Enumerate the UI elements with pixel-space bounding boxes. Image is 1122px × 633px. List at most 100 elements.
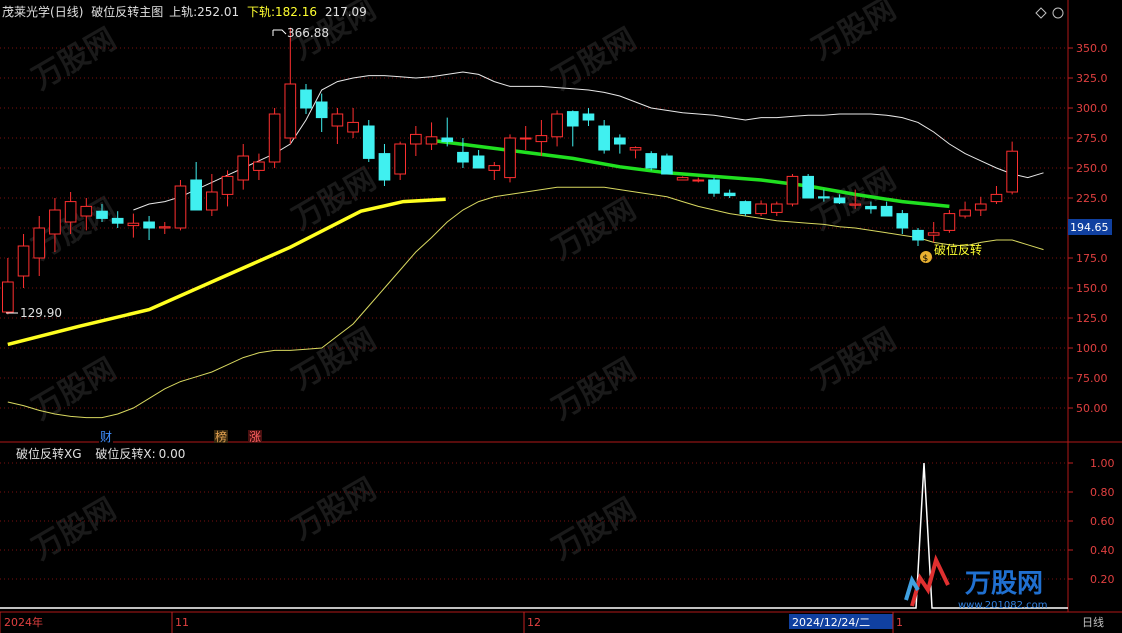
candle [315, 93, 328, 132]
brand-logo: 万股网 www.201082.com [904, 554, 1048, 611]
candle [504, 134, 516, 183]
chart-canvas[interactable]: 万股网 万股网 万股网 万股网万股网 万股网 万股网 万股网万股网 万股网 万股网 万股网万股网万… [0, 0, 1122, 633]
candle-body [629, 147, 642, 151]
candle [488, 162, 501, 180]
candle-body [770, 203, 783, 213]
candle-body [676, 177, 689, 181]
brand-url: www.201082.com [958, 600, 1048, 611]
candle [17, 234, 30, 288]
watermark-text: 万股网 [27, 352, 122, 427]
low-marker: 129.90 [6, 306, 62, 320]
candle-body [551, 113, 563, 138]
watermark-text: 万股网 [287, 472, 382, 547]
candle [410, 126, 422, 156]
candle [912, 228, 924, 246]
high-price-label: 366.88 [287, 26, 329, 40]
watermark-text: 万股网 [547, 352, 642, 427]
current-price-value: 194.65 [1070, 221, 1109, 234]
x-label-jan: 1 [896, 616, 903, 629]
candle-body [206, 191, 218, 211]
sub-header: 破位反转XG 破位反转X: 0.00 [16, 445, 185, 462]
diamond-icon[interactable] [1035, 7, 1047, 19]
candle-body [786, 175, 799, 205]
candle-body [457, 151, 469, 163]
candle [472, 150, 485, 169]
candle [629, 146, 642, 159]
candle [614, 134, 626, 154]
candle-body [80, 205, 93, 217]
y-tick-label: 75.00 [1076, 372, 1108, 385]
candle [723, 189, 736, 198]
candle [127, 213, 140, 238]
candle-body [315, 101, 328, 119]
candle [990, 186, 1003, 204]
candle [174, 180, 187, 231]
y-tick-label: 150.0 [1076, 282, 1108, 295]
candle [2, 258, 14, 315]
candle [566, 110, 579, 147]
candle-body [143, 221, 155, 229]
sub-y-tick-label: 0.40 [1090, 544, 1115, 557]
candle [692, 177, 705, 183]
candle-body [739, 201, 752, 215]
candle [551, 110, 563, 147]
candle [158, 222, 171, 234]
panel-controls[interactable] [1035, 7, 1064, 19]
upper-value: 252.01 [197, 5, 240, 19]
circle-icon[interactable] [1052, 7, 1064, 19]
candle-body [974, 203, 987, 211]
signal-marker: $ 破位反转 [920, 242, 982, 264]
watermark-text: 万股网 [547, 22, 642, 97]
candle-body [410, 133, 422, 145]
watermark-text: 万股网 [287, 322, 382, 397]
period-label: 日线 [1082, 615, 1104, 629]
candle [253, 153, 265, 180]
candle-body [645, 153, 658, 169]
candle [645, 151, 658, 171]
candle [362, 120, 375, 162]
candle [300, 84, 312, 114]
candle [739, 200, 752, 216]
signal-label: 破位反转 [934, 242, 982, 257]
candle-body [833, 197, 846, 204]
candle [143, 216, 155, 240]
candle-body [425, 136, 438, 145]
tag-bang[interactable]: 榜 [215, 429, 227, 444]
candlestick-series [2, 27, 1018, 315]
candle-body [96, 210, 108, 219]
candle-body [723, 192, 736, 197]
brand-name: 万股网 [965, 569, 1043, 599]
stock-name[interactable]: 茂莱光学 [2, 5, 50, 19]
candle [802, 174, 814, 199]
candle-body [472, 155, 485, 169]
indicator-name[interactable]: 破位反转主图 [91, 5, 163, 19]
candle-body [127, 222, 140, 227]
tag-zhang[interactable]: 涨 [249, 429, 261, 444]
candle-body [284, 83, 297, 139]
candle-body [158, 226, 171, 229]
low-price-label: 129.90 [20, 306, 62, 320]
candle-body [943, 213, 956, 231]
watermark-text: 万股网 [807, 322, 902, 397]
sub-indicator-name[interactable]: 破位反转XG [16, 447, 82, 461]
candle [943, 210, 956, 233]
candle-body [17, 245, 30, 277]
tag-cai[interactable]: 财 [100, 430, 112, 444]
high-marker: 366.88 [272, 26, 329, 40]
candle-body [896, 213, 909, 229]
candle [786, 174, 799, 207]
candle [237, 144, 250, 190]
sub-item-value: 0.00 [158, 447, 186, 461]
candle [770, 201, 783, 216]
candle-body [692, 179, 705, 182]
upper-label: 上轨: [169, 5, 198, 19]
candle-body [535, 135, 548, 143]
candle [959, 201, 971, 219]
candle-body [190, 179, 202, 211]
y-tick-label: 275.0 [1076, 132, 1108, 145]
candle-body [488, 165, 501, 171]
candle-body [362, 125, 375, 159]
candle-body [598, 125, 610, 151]
candle [331, 108, 344, 144]
candle-body [111, 217, 124, 224]
